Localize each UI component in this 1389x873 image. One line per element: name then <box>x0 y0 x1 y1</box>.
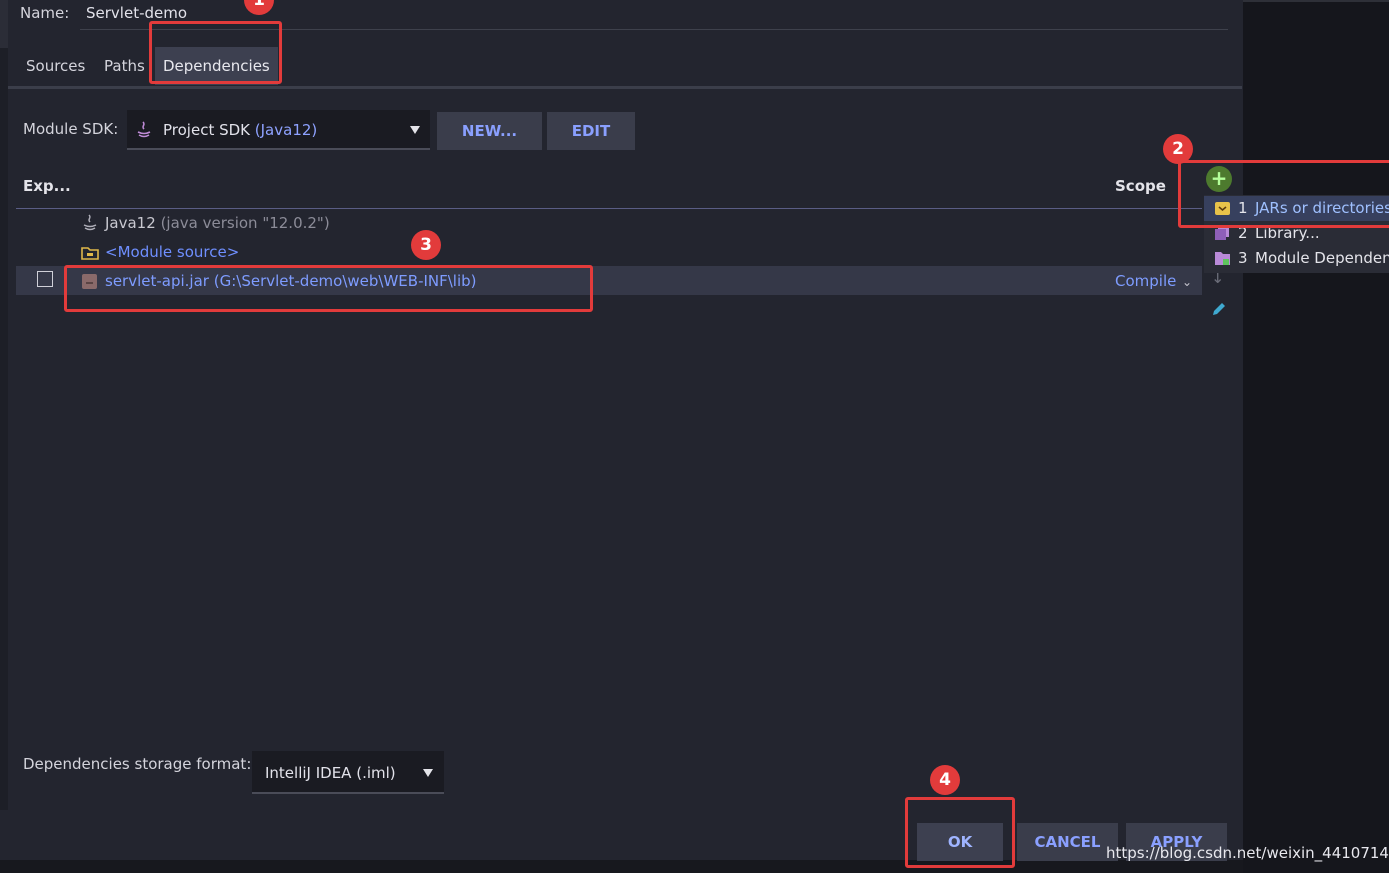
dropdown-caret-icon <box>423 769 433 777</box>
dropdown-caret-icon <box>410 126 420 134</box>
tabs-divider <box>8 86 1242 89</box>
java-icon <box>83 214 97 231</box>
annotation-box-jar-row <box>64 265 593 312</box>
module-sdk-value: Project SDK <box>163 121 250 139</box>
tab-paths[interactable]: Paths <box>96 47 153 85</box>
annotation-box-add-menu <box>1178 160 1389 228</box>
left-window-edge <box>0 0 8 810</box>
annotation-badge-4: 4 <box>930 765 960 795</box>
chevron-down-icon[interactable]: ⌄ <box>1182 275 1192 289</box>
java-icon <box>137 121 151 138</box>
module-sdk-hint: (Java12) <box>254 121 318 139</box>
storage-format-dropdown[interactable]: IntelliJ IDEA (.iml) <box>252 751 444 794</box>
table-row[interactable]: <Module source> <box>105 243 239 261</box>
name-input[interactable]: Servlet-demo <box>86 4 187 22</box>
dependency-detail: (java version "12.0.2") <box>160 214 330 232</box>
module-folder-icon <box>1215 252 1230 265</box>
sdk-edit-button[interactable]: EDIT <box>547 112 635 150</box>
annotation-box-ok-button <box>905 797 1015 868</box>
storage-format-value: IntelliJ IDEA (.iml) <box>265 764 396 782</box>
library-icon <box>1215 226 1229 240</box>
module-sdk-dropdown[interactable]: Project SDK (Java12) <box>127 110 430 150</box>
tab-sources[interactable]: Sources <box>18 47 93 85</box>
storage-format-label: Dependencies storage format: <box>23 755 252 773</box>
right-background-panel <box>1243 0 1389 873</box>
folder-icon <box>81 247 99 260</box>
annotation-box-dependencies-tab <box>149 21 282 84</box>
edit-pencil-icon[interactable] <box>1210 300 1228 318</box>
bottom-edge <box>0 860 1243 873</box>
annotation-badge-3: 3 <box>411 230 441 260</box>
cancel-button[interactable]: CANCEL <box>1017 823 1118 861</box>
export-checkbox[interactable] <box>37 271 53 287</box>
menu-item-module-dependency[interactable]: 3 Module Dependency... <box>1204 246 1389 271</box>
column-header-export[interactable]: Exp... <box>23 177 71 195</box>
dependency-name: Java12 <box>105 214 156 232</box>
scope-dropdown[interactable]: Compile <box>1115 272 1176 290</box>
annotation-badge-1: 1 <box>244 0 274 15</box>
column-header-scope[interactable]: Scope <box>1115 177 1166 195</box>
table-row[interactable]: Java12 (java version "12.0.2") <box>105 214 330 232</box>
annotation-badge-2: 2 <box>1163 134 1193 164</box>
table-header-divider <box>16 208 1202 209</box>
module-sdk-label: Module SDK: <box>23 120 119 138</box>
name-label: Name: <box>20 4 70 22</box>
watermark-text: https://blog.csdn.net/weixin_44107140 <box>1106 844 1389 862</box>
sdk-new-button[interactable]: NEW... <box>437 112 542 150</box>
